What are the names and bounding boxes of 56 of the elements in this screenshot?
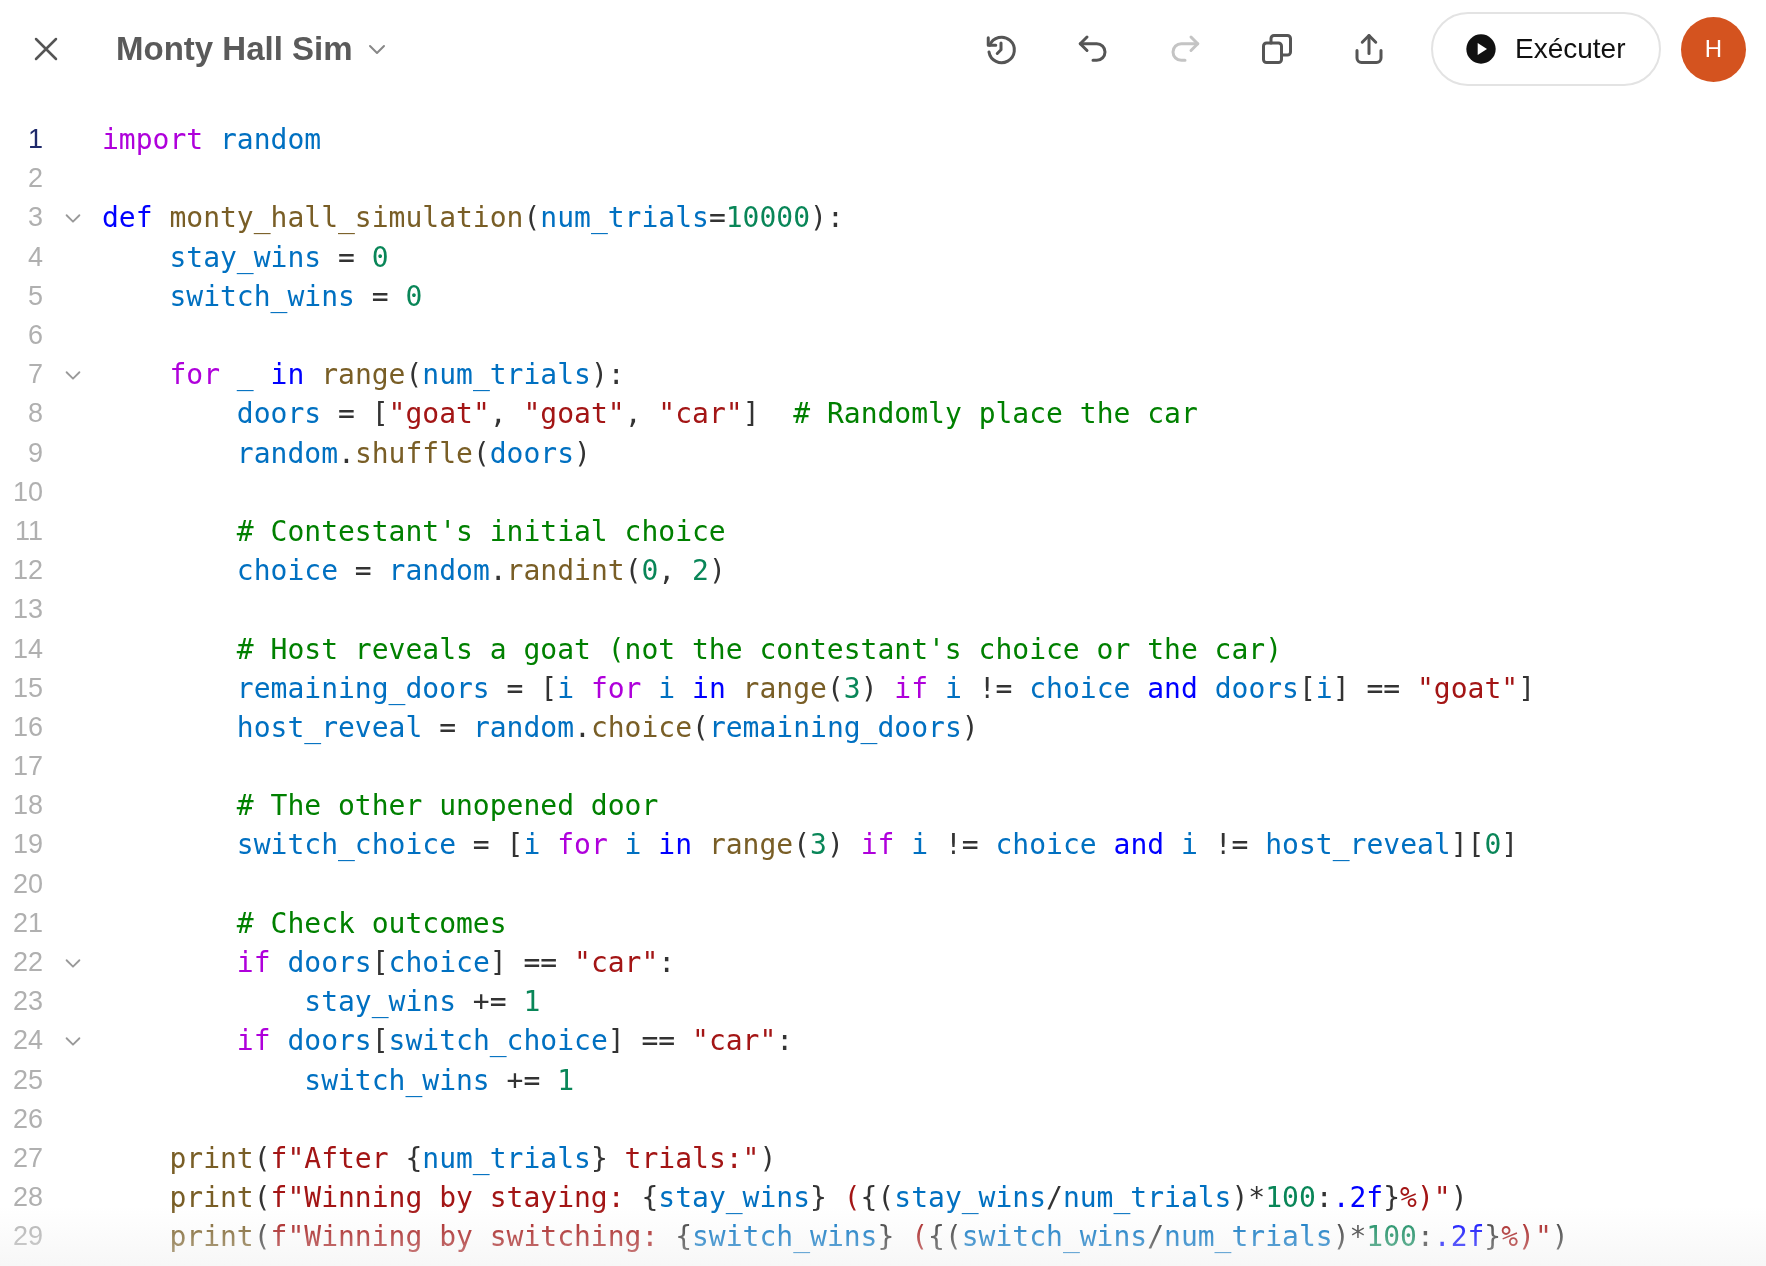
- line-number: 4: [26, 241, 43, 273]
- code-line: host_reveal = random.choice(remaining_doors): [235, 709, 979, 746]
- code-line: if doors[choice] == "car":: [235, 945, 676, 982]
- code-line: # Check outcomes: [235, 905, 507, 942]
- code-line: print(f"After {num_trials} trials:"): [168, 1140, 777, 1177]
- line-number: 29: [11, 1221, 43, 1253]
- line-number: 2: [26, 163, 43, 195]
- run-button[interactable]: Exécuter: [1431, 12, 1661, 86]
- line-number: 26: [11, 1103, 43, 1135]
- line-number: 21: [11, 907, 43, 939]
- code-line: remaining_doors = [i for i in range(3) if i != choice and doors[i] == "goat"]: [235, 670, 1535, 707]
- line-number: 5: [26, 280, 43, 312]
- line-number: 12: [11, 555, 43, 587]
- code-line: stay_wins += 1: [303, 984, 541, 1021]
- title-dropdown[interactable]: Monty Hall Sim: [116, 30, 389, 68]
- line-number: 15: [11, 672, 43, 704]
- line-number: 6: [26, 320, 43, 352]
- line-number: 17: [11, 751, 43, 783]
- code-line: # Contestant's initial choice: [235, 513, 726, 550]
- line-number: 18: [11, 790, 43, 822]
- line-number: 16: [11, 711, 43, 743]
- play-icon: [1465, 33, 1497, 65]
- code-line: print(f"Winning by staying: {stay_wins} ({(stay_wins/num_trials)*100:.2f}%)"): [168, 1180, 1468, 1217]
- code-line: # Host reveals a goat (not the contestant's choice or the car): [235, 631, 1283, 668]
- line-number: 8: [26, 398, 43, 430]
- avatar[interactable]: H: [1681, 16, 1746, 82]
- code-line: switch_wins = 0: [168, 278, 423, 315]
- line-number: 25: [11, 1064, 43, 1096]
- code-line: # The other unopened door: [235, 788, 659, 825]
- code-line: doors = ["goat", "goat", "car"] # Randomly place the car: [235, 396, 1198, 433]
- code-line: print(f"Winning by switching: {switch_wins} ({(switch_wins/num_trials)*100:.2f}%)"): [168, 1219, 1569, 1256]
- line-number: 13: [11, 594, 43, 626]
- code-line: switch_wins += 1: [303, 1062, 575, 1099]
- code-line: stay_wins = 0: [168, 239, 389, 276]
- line-number: 11: [13, 515, 43, 547]
- code-line: switch_choice = [i for i in range(3) if i != choice and i != host_reveal][0]: [235, 827, 1519, 864]
- line-number: 22: [11, 947, 43, 979]
- line-number: 14: [11, 633, 43, 665]
- line-number: 23: [11, 986, 43, 1018]
- line-number: 24: [11, 1025, 43, 1057]
- copy-icon: [1259, 31, 1295, 67]
- line-number: 19: [11, 829, 43, 861]
- code-line: import random: [102, 122, 322, 159]
- line-number: 27: [11, 1142, 43, 1174]
- line-number: 1: [26, 124, 43, 156]
- code-line: for _ in range(num_trials):: [168, 357, 625, 394]
- code-line: if doors[switch_choice] == "car":: [235, 1023, 794, 1060]
- line-number: 28: [11, 1182, 43, 1214]
- code-line: choice = random.randint(0, 2): [235, 553, 726, 590]
- line-number: 7: [26, 359, 43, 391]
- line-number: 9: [26, 437, 43, 469]
- line-number: 20: [11, 868, 43, 900]
- line-number: 3: [26, 202, 43, 234]
- code-line: random.shuffle(doors): [235, 435, 591, 472]
- code-line: def monty_hall_simulation(num_trials=10000):: [102, 200, 844, 237]
- line-number: 10: [11, 476, 43, 508]
